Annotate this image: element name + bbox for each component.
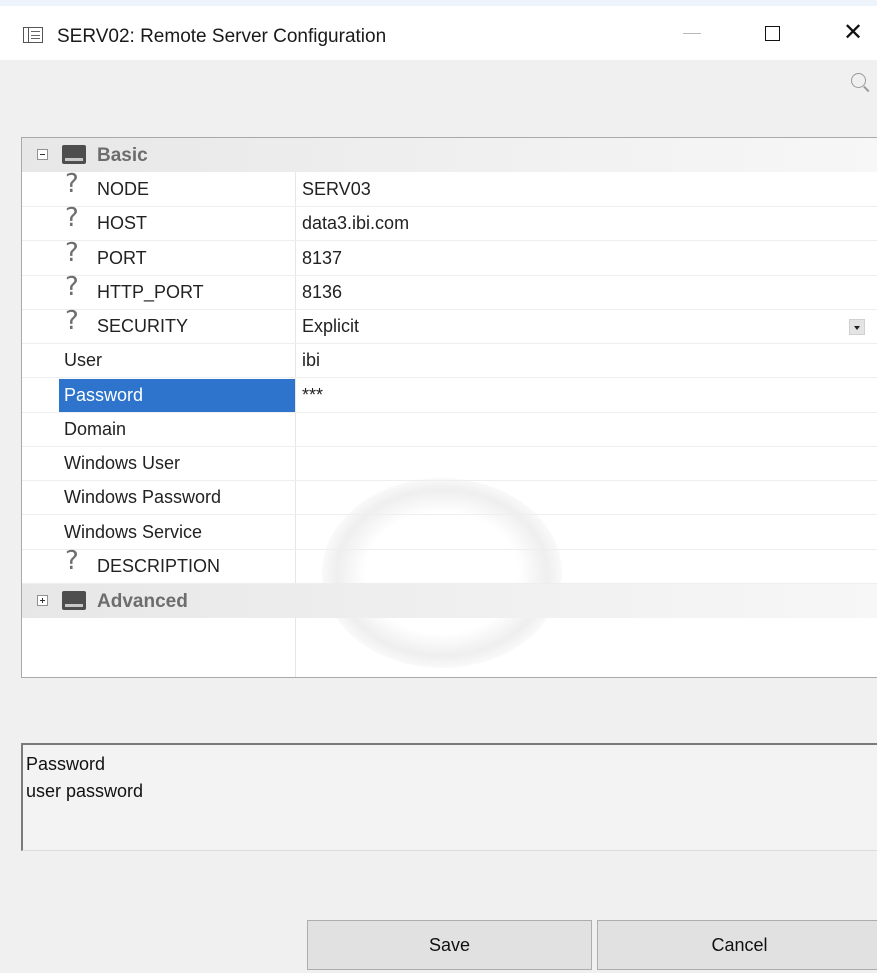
- property-label: PORT: [97, 247, 147, 268]
- property-row[interactable]: PORT? 8137: [22, 238, 877, 276]
- category-label: Basic: [97, 145, 148, 166]
- help-icon: ?: [65, 169, 79, 199]
- property-name-cell[interactable]: SECURITY: [59, 310, 295, 343]
- property-label: Windows Service: [64, 521, 203, 542]
- category-basic[interactable]: Basic: [22, 138, 877, 172]
- property-name-cell[interactable]: Windows User: [59, 447, 295, 480]
- category-icon: [62, 591, 86, 610]
- maximize-icon: [764, 25, 780, 41]
- description-text: user password: [26, 781, 144, 801]
- dropdown-arrow-icon[interactable]: [849, 319, 865, 335]
- description-panel: Password user password: [21, 743, 877, 851]
- property-name-cell[interactable]: HTTP_PORT: [59, 276, 295, 309]
- property-value[interactable]: ibi: [302, 350, 320, 371]
- property-row[interactable]: Password ***: [22, 378, 877, 413]
- property-row[interactable]: Windows User: [22, 447, 877, 481]
- property-row[interactable]: NODE? SERV03: [22, 169, 877, 207]
- property-row[interactable]: SECURITY? Explicit: [22, 306, 877, 344]
- property-name-cell[interactable]: HOST: [59, 207, 295, 240]
- category-icon: [62, 145, 86, 164]
- property-label: Windows Password: [64, 487, 222, 508]
- category-label: Advanced: [97, 591, 188, 612]
- property-value[interactable]: Explicit: [302, 316, 359, 337]
- help-icon: ?: [65, 203, 79, 234]
- property-row[interactable]: Windows Password: [22, 481, 877, 516]
- property-name-cell[interactable]: Windows Service: [59, 516, 295, 549]
- collapse-icon[interactable]: [37, 149, 48, 160]
- close-button[interactable]: ✕: [826, 6, 877, 60]
- window-title: SERV02: Remote Server Configuration: [57, 26, 387, 47]
- property-label: Password: [64, 384, 144, 405]
- property-name-cell[interactable]: Password: [59, 378, 295, 412]
- property-label: Domain: [64, 418, 127, 439]
- help-icon: ?: [65, 545, 79, 576]
- property-label: HTTP_PORT: [97, 281, 204, 302]
- help-icon: ?: [65, 237, 79, 268]
- app-window-icon: [23, 27, 43, 43]
- property-name-cell[interactable]: User: [59, 344, 295, 377]
- property-name-cell[interactable]: NODE: [59, 173, 295, 206]
- property-label: User: [64, 350, 103, 371]
- save-button[interactable]: Save: [307, 920, 592, 970]
- minimize-icon: [683, 32, 701, 34]
- help-icon: ?: [65, 271, 79, 302]
- property-name-cell[interactable]: Windows Password: [59, 481, 295, 514]
- property-name-cell[interactable]: PORT: [59, 242, 295, 275]
- property-value[interactable]: data3.ibi.com: [302, 213, 409, 234]
- minimize-button[interactable]: [665, 6, 719, 60]
- property-label: SECURITY: [97, 316, 189, 336]
- search-icon[interactable]: [851, 73, 866, 88]
- property-label: HOST: [97, 213, 148, 234]
- property-value[interactable]: ***: [302, 385, 323, 406]
- property-row[interactable]: HTTP_PORT? 8136: [22, 272, 877, 310]
- property-label: DESCRIPTION: [97, 555, 221, 576]
- property-row[interactable]: Domain: [22, 413, 877, 447]
- property-name-cell[interactable]: Domain: [59, 413, 295, 446]
- help-icon: ?: [65, 306, 79, 336]
- toolbar: [0, 60, 877, 126]
- maximize-button[interactable]: [745, 6, 799, 60]
- property-label: NODE: [97, 179, 150, 199]
- cancel-button[interactable]: Cancel: [597, 920, 877, 970]
- property-value[interactable]: 8136: [302, 282, 342, 303]
- property-label: Windows User: [64, 453, 181, 473]
- close-icon: ✕: [842, 19, 864, 46]
- property-row[interactable]: User ibi: [22, 344, 877, 379]
- property-row[interactable]: Windows Service: [22, 516, 877, 550]
- property-grid: Basic NODE? SERV03 HOST? data3.ibi.com PORT?…: [21, 137, 877, 678]
- property-row[interactable]: HOST? data3.ibi.com: [22, 203, 877, 242]
- expand-icon[interactable]: [37, 595, 48, 606]
- property-name-cell[interactable]: DESCRIPTION: [59, 550, 295, 583]
- description-title: Password: [26, 754, 106, 774]
- category-advanced[interactable]: Advanced: [22, 584, 877, 618]
- property-row[interactable]: DESCRIPTION?: [22, 546, 877, 584]
- property-value[interactable]: 8137: [302, 248, 342, 269]
- property-value[interactable]: SERV03: [302, 179, 371, 200]
